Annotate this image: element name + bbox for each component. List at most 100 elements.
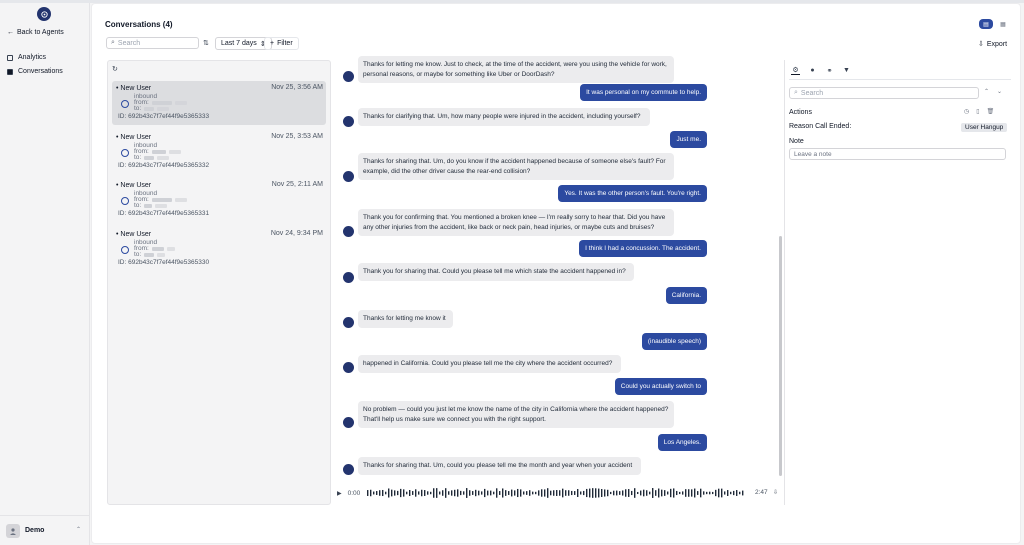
comment-tab-icon[interactable]: ● [808, 66, 817, 75]
chevron-updown-icon: ⌃ [76, 527, 82, 533]
conversation-meta: inbound from: to: [134, 190, 187, 209]
back-to-agents-link[interactable]: ← Back to Agents [7, 29, 64, 36]
page-title: Conversations (4) [105, 20, 173, 29]
waveform-bar [424, 490, 426, 496]
redacted-number [151, 150, 166, 154]
waveform-bar [688, 489, 690, 497]
waveform-bar [403, 489, 405, 497]
redacted-number [144, 156, 155, 160]
waveform-bar [526, 491, 528, 495]
waveform-bar [736, 490, 738, 496]
download-icon: ⇩ [978, 41, 984, 48]
waveform-bar [433, 488, 435, 498]
waveform-bar [664, 490, 666, 496]
waveform-bar [445, 488, 447, 498]
status-badge: User Hangup [961, 123, 1008, 132]
waveform-bar [520, 489, 522, 497]
waveform-bar [421, 489, 423, 497]
redacted-number [157, 156, 170, 160]
chevron-down-icon[interactable]: ⌄ [997, 88, 1002, 95]
conversation-item[interactable]: • New User Nov 24, 9:34 PM inbound from: to:… [112, 227, 326, 271]
waveform-bar [463, 491, 465, 495]
clock-icon[interactable]: ◷ [964, 108, 969, 115]
user-menu[interactable]: Demo ⌃ [0, 515, 89, 545]
sort-icon[interactable]: ⇅ [203, 39, 209, 47]
sidebar: ← Back to Agents Analytics Conversations… [0, 3, 90, 545]
details-search-input[interactable]: ⌕ Search [789, 87, 979, 99]
audio-waveform[interactable] [367, 488, 745, 498]
conversation-item[interactable]: • New User Nov 25, 2:11 AM inbound from: to:… [112, 178, 326, 222]
chat-view-toggle[interactable]: ▤ [979, 19, 993, 29]
waveform-bar [478, 490, 480, 496]
waveform-bar [550, 490, 552, 496]
chevron-up-icon[interactable]: ⌃ [984, 88, 989, 95]
globe-icon [121, 246, 129, 254]
settings-tab-icon[interactable]: ⚙ [791, 66, 800, 75]
sidebar-item-analytics[interactable]: Analytics [7, 54, 46, 61]
waveform-bar [709, 491, 711, 495]
waveform-bar [439, 491, 441, 495]
waveform-bar [694, 488, 696, 498]
waveform-bar [718, 488, 720, 498]
waveform-bar [625, 489, 627, 497]
search-placeholder: Search [117, 39, 141, 47]
transcript-scrollbar[interactable] [779, 236, 782, 476]
waveform-bar [682, 491, 684, 495]
agent-avatar [343, 71, 354, 82]
refresh-icon[interactable]: ↻ [112, 65, 118, 73]
to-label: to: [134, 105, 142, 112]
user-message: It was personal on my commute to help. [580, 84, 707, 101]
waveform-bar [700, 488, 702, 498]
waveform-bar [631, 490, 633, 496]
conversation-name: • New User [116, 182, 152, 189]
waveform-bar [412, 491, 414, 495]
waveform-bar [535, 491, 537, 495]
conversation-item[interactable]: • New User Nov 25, 3:56 AM inbound from: to:… [112, 81, 326, 125]
note-label: Note [789, 138, 804, 145]
waveform-bar [517, 488, 519, 498]
waveform-bar [547, 488, 549, 498]
waveform-bar [490, 490, 492, 496]
agent-avatar [343, 417, 354, 428]
audio-player: ▶ 0:00 2:47 ⇩ [337, 486, 778, 500]
agent-message: Thanks for letting me know. Just to chec… [358, 56, 674, 83]
waveform-bar [691, 489, 693, 497]
brand-logo[interactable] [37, 7, 51, 21]
waveform-bar [568, 490, 570, 496]
conversation-item[interactable]: • New User Nov 25, 3:53 AM inbound from: to:… [112, 130, 326, 174]
waveform-bar [667, 491, 669, 495]
note-input[interactable]: Leave a note [789, 148, 1006, 160]
conversation-time: Nov 25, 2:11 AM [271, 181, 323, 188]
avatar [6, 524, 20, 538]
conversation-name: • New User [116, 85, 152, 92]
waveform-bar [391, 489, 393, 497]
waveform-bar [658, 488, 660, 498]
waveform-bar [406, 491, 408, 495]
waveform-bar [670, 488, 672, 498]
waveform-bar [448, 491, 450, 495]
conversation-list: ↻ • New User Nov 25, 3:56 AM inbound from: t… [107, 60, 331, 505]
waveform-bar [499, 491, 501, 495]
waveform-bar [382, 489, 384, 497]
user-message: Just me. [670, 131, 707, 148]
agent-avatar [343, 226, 354, 237]
trash-icon[interactable]: 🗑 [987, 108, 995, 115]
table-view-toggle[interactable]: ▦ [996, 19, 1010, 29]
export-button[interactable]: ⇩ Export [973, 38, 1012, 50]
analysis-tab-icon[interactable]: ⚭ [825, 66, 834, 75]
table-icon: ▦ [1000, 21, 1006, 28]
filter-tab-icon[interactable]: ▼ [842, 66, 851, 75]
user-message: (inaudible speech) [641, 333, 707, 350]
search-nav: ⌃ ⌄ [984, 88, 1002, 95]
waveform-bar [532, 491, 534, 495]
download-audio-icon[interactable]: ⇩ [773, 489, 778, 496]
sidebar-item-conversations[interactable]: Conversations [7, 68, 63, 75]
waveform-bar [415, 489, 417, 497]
agent-message: Thank you for confirming that. You menti… [358, 209, 674, 236]
search-input[interactable]: ⌕ Search [106, 37, 199, 49]
play-icon[interactable]: ▶ [337, 490, 342, 497]
waveform-bar [457, 489, 459, 497]
bookmark-icon[interactable]: ▯ [976, 108, 979, 115]
filter-button[interactable]: + Filter [264, 37, 299, 50]
waveform-bar [592, 488, 594, 498]
